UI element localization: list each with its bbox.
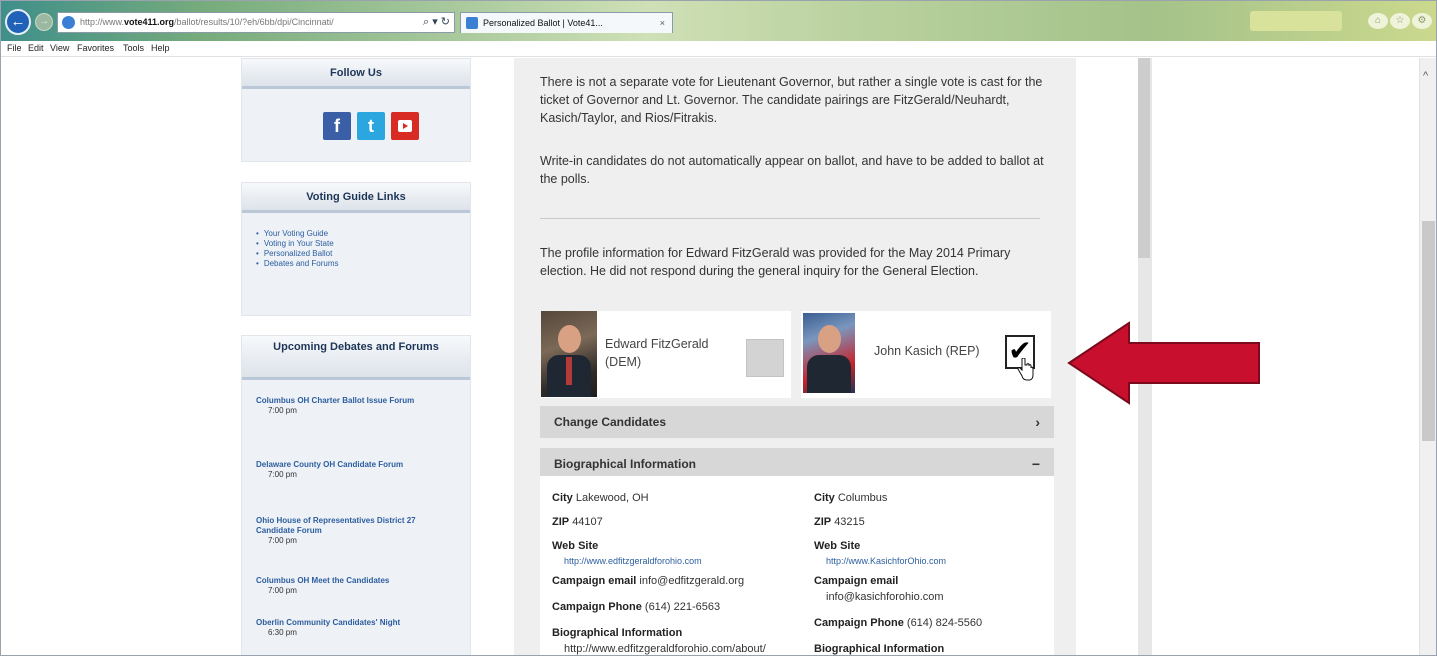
- bio-phone: Campaign Phone (614) 824-5560: [814, 617, 983, 629]
- select-fitzgerald-checkbox[interactable]: [746, 339, 784, 377]
- bio-zip: ZIP 43215: [814, 516, 865, 528]
- favicon-icon: [466, 17, 478, 29]
- address-prefix: http://www.: [80, 17, 125, 27]
- bio-bioinfo-label: Biographical Information: [552, 627, 683, 639]
- bio-bioinfo-link[interactable]: http://www.edfitzgeraldforohio.com/about…: [564, 643, 766, 655]
- facebook-icon[interactable]: f: [323, 112, 351, 140]
- change-candidates-accordion[interactable]: Change Candidates ›: [540, 406, 1054, 438]
- hand-cursor-icon: [1017, 358, 1034, 381]
- settings-gear-icon[interactable]: ⚙: [1412, 13, 1432, 29]
- address-host: vote411.org: [124, 17, 175, 27]
- follow-us-heading: Follow Us: [242, 59, 470, 89]
- menu-file[interactable]: File: [7, 43, 22, 53]
- bio-zip: ZIP 44107: [552, 516, 603, 528]
- candidate-party: (DEM): [605, 355, 642, 369]
- event-time: 7:00 pm: [268, 406, 297, 415]
- bio-city: City Columbus: [814, 492, 888, 504]
- event-title[interactable]: Columbus OH Meet the Candidates: [256, 576, 456, 586]
- event-time: 7:00 pm: [268, 470, 297, 479]
- event-time: 7:00 pm: [268, 536, 297, 545]
- forward-button[interactable]: →: [35, 13, 53, 31]
- favorites-star-icon[interactable]: ☆: [1390, 13, 1410, 29]
- event-title[interactable]: Columbus OH Charter Ballot Issue Forum: [256, 396, 456, 406]
- candidate-name-kasich: John Kasich (REP): [874, 344, 980, 358]
- link-personalized-ballot[interactable]: Personalized Ballot: [256, 249, 339, 259]
- event-time: 6:30 pm: [268, 628, 297, 637]
- annotation-arrow-icon: [1067, 321, 1260, 405]
- event-item[interactable]: Delaware County OH Candidate Forum 7:00 …: [256, 460, 456, 480]
- upcoming-debates-box: Upcoming Debates and Forums Columbus OH …: [241, 335, 471, 655]
- candidate-card-kasich: John Kasich (REP) ✔: [801, 311, 1051, 398]
- twitter-icon[interactable]: t: [357, 112, 385, 140]
- candidate-name-line: Edward FitzGerald: [605, 337, 709, 351]
- back-arrow-icon: ←: [10, 13, 26, 30]
- profile-note: The profile information for Edward FitzG…: [540, 246, 1011, 278]
- home-icon[interactable]: ⌂: [1368, 13, 1388, 29]
- bio-web-link[interactable]: http://www.edfitzgeraldforohio.com: [564, 556, 702, 566]
- bio-web-label: Web Site: [552, 540, 599, 552]
- chevron-right-icon: ›: [1035, 414, 1040, 430]
- voting-guide-links-heading: Voting Guide Links: [242, 183, 470, 213]
- ballot-main-column: There is not a separate vote for Lieuten…: [514, 58, 1076, 655]
- candidate-name-fitzgerald: Edward FitzGerald (DEM): [605, 335, 709, 371]
- bio-city: City Lakewood, OH: [552, 492, 649, 504]
- bio-web-link[interactable]: http://www.KasichforOhio.com: [826, 556, 946, 566]
- candidate-photo-kasich: [803, 313, 855, 393]
- scroll-up-icon[interactable]: ^: [1423, 70, 1428, 82]
- biographical-information-label: Biographical Information: [554, 457, 697, 471]
- page-scrollbar[interactable]: ^: [1419, 58, 1436, 655]
- upcoming-debates-heading: Upcoming Debates and Forums: [242, 336, 470, 380]
- event-item[interactable]: Columbus OH Meet the Candidates 7:00 pm: [256, 576, 456, 596]
- page-scrollbar-thumb[interactable]: [1422, 221, 1435, 441]
- window-controls: ⌂ ☆ ⚙: [1250, 11, 1432, 31]
- tab-close-icon[interactable]: ×: [660, 13, 665, 33]
- event-item[interactable]: Ohio House of Representatives District 2…: [256, 516, 456, 546]
- menu-favorites[interactable]: Favorites: [77, 43, 114, 53]
- bio-email: Campaign email info@edfitzgerald.org: [552, 575, 745, 587]
- candidate-photo-fitzgerald: [541, 311, 597, 397]
- forward-arrow-icon: →: [39, 16, 49, 27]
- youtube-icon[interactable]: [391, 112, 419, 140]
- event-item[interactable]: Columbus OH Charter Ballot Issue Forum 7…: [256, 396, 456, 416]
- link-voting-in-your-state[interactable]: Voting in Your State: [256, 239, 339, 249]
- event-title[interactable]: Ohio House of Representatives District 2…: [256, 516, 456, 536]
- link-debates-and-forums[interactable]: Debates and Forums: [256, 259, 339, 269]
- link-your-voting-guide[interactable]: Your Voting Guide: [256, 229, 339, 239]
- tab-title: Personalized Ballot | Vote41...: [483, 18, 603, 28]
- menu-bar: File Edit View Favorites Tools Help: [1, 41, 1436, 57]
- lt-governor-note: There is not a separate vote for Lieuten…: [540, 75, 1043, 125]
- page-content: Follow Us f t Voting Guide Links Your Vo…: [1, 58, 1436, 655]
- bio-phone: Campaign Phone (614) 221-6563: [552, 601, 721, 613]
- ie-logo-icon: [62, 16, 75, 29]
- follow-us-box: Follow Us f t: [241, 58, 471, 162]
- voting-guide-links-list: Your Voting Guide Voting in Your State P…: [256, 229, 339, 269]
- event-title[interactable]: Oberlin Community Candidates' Night: [256, 618, 456, 628]
- address-path: /ballot/results/10/?eh/6bb/dpi/Cincinnat…: [174, 17, 334, 27]
- write-in-note: Write-in candidates do not automatically…: [540, 154, 1044, 186]
- menu-tools[interactable]: Tools: [123, 43, 144, 53]
- biographical-table: City Lakewood, OH ZIP 44107 Web Site htt…: [540, 476, 1054, 655]
- bio-email-label: Campaign email: [814, 575, 899, 587]
- inner-scrollbar-thumb[interactable]: [1138, 58, 1150, 258]
- divider: [540, 218, 1040, 219]
- voting-guide-links-box: Voting Guide Links Your Voting Guide Vot…: [241, 182, 471, 316]
- bio-web-label: Web Site: [814, 540, 861, 552]
- window-caption-field: [1250, 11, 1342, 31]
- menu-edit[interactable]: Edit: [28, 43, 44, 53]
- event-title[interactable]: Delaware County OH Candidate Forum: [256, 460, 456, 470]
- bio-email: info@kasichforohio.com: [826, 591, 944, 603]
- address-tools-icons[interactable]: ⌕ ▾ ↻: [423, 13, 450, 32]
- menu-view[interactable]: View: [50, 43, 69, 53]
- menu-help[interactable]: Help: [151, 43, 170, 53]
- change-candidates-label: Change Candidates: [554, 415, 667, 429]
- bio-bioinfo-label: Biographical Information: [814, 643, 945, 655]
- tab-personalized-ballot[interactable]: Personalized Ballot | Vote41... ×: [460, 12, 673, 33]
- back-button[interactable]: ←: [5, 9, 31, 35]
- browser-titlebar: ← → http://www.vote411.org/ballot/result…: [1, 1, 1436, 41]
- event-time: 7:00 pm: [268, 586, 297, 595]
- browser-window: ← → http://www.vote411.org/ballot/result…: [0, 0, 1437, 656]
- address-bar[interactable]: http://www.vote411.org/ballot/results/10…: [57, 12, 455, 33]
- candidate-card-fitzgerald: Edward FitzGerald (DEM): [541, 311, 791, 398]
- event-item[interactable]: Oberlin Community Candidates' Night 6:30…: [256, 618, 456, 638]
